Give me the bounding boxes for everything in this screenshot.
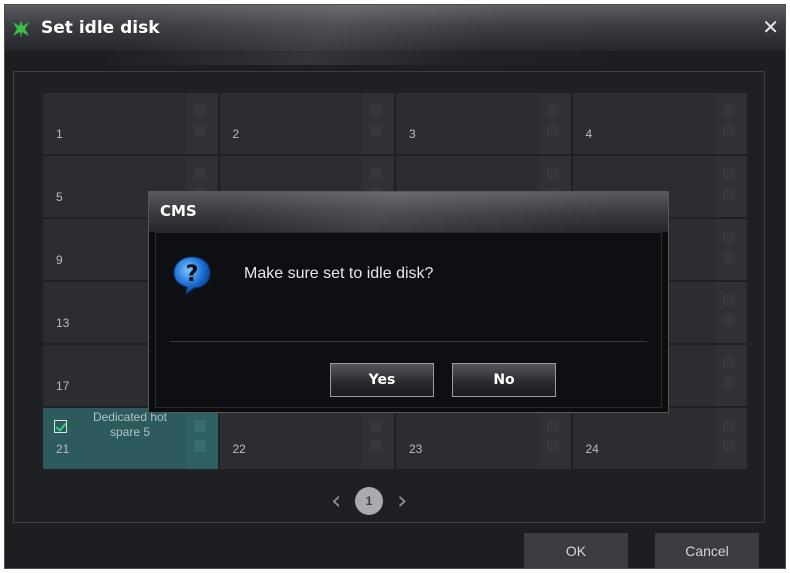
pagination: ‹ 1 › xyxy=(325,485,465,517)
disk-slot[interactable]: 24 xyxy=(572,408,747,469)
svg-text:?: ? xyxy=(186,262,199,287)
disk-slot-indicator xyxy=(715,282,747,343)
dialog-separator xyxy=(170,341,647,342)
close-icon[interactable]: ✕ xyxy=(762,15,779,39)
disk-slot-number: 22 xyxy=(232,442,246,456)
titlebar-sheen xyxy=(104,5,666,65)
disk-slot-number: 23 xyxy=(409,442,423,456)
disk-slot-number: 3 xyxy=(409,127,416,141)
checkbox-checked-icon[interactable] xyxy=(54,420,67,433)
confirm-dialog: CMS ? Make sure set to idle disk? Yes No xyxy=(148,191,669,413)
disk-slot[interactable]: 23 xyxy=(396,408,571,469)
disk-slot-number: 4 xyxy=(585,127,593,141)
cancel-button[interactable]: Cancel xyxy=(655,533,759,568)
disk-slot[interactable]: Dedicated hot spare 5 21 xyxy=(43,408,218,469)
disk-slot-number: 5 xyxy=(56,190,63,204)
disk-slot[interactable]: 1 xyxy=(43,93,218,154)
disk-slot-indicator xyxy=(715,219,747,280)
disk-slot[interactable]: 22 xyxy=(219,408,394,469)
disk-slot-indicator xyxy=(715,345,747,406)
disk-slot-indicator xyxy=(538,93,571,154)
disk-slot[interactable]: 4 xyxy=(572,93,747,154)
disk-slot-status: Dedicated hot spare 5 xyxy=(92,410,168,439)
app-logo-icon xyxy=(13,21,29,38)
disk-slot-indicator xyxy=(715,408,747,469)
disk-slot-number: 1 xyxy=(56,127,63,141)
ok-button[interactable]: OK xyxy=(524,533,628,568)
disk-slot-indicator xyxy=(362,408,394,469)
question-icon: ? xyxy=(173,256,211,295)
dialog-titlebar: CMS xyxy=(149,192,668,232)
disk-slot[interactable]: 2 xyxy=(219,93,394,154)
disk-slot-indicator xyxy=(185,93,218,154)
next-page-button[interactable]: › xyxy=(397,487,407,515)
prev-page-button[interactable]: ‹ xyxy=(331,487,341,515)
dialog-body: ? Make sure set to idle disk? Yes No xyxy=(155,232,662,408)
disk-slot-number: 21 xyxy=(56,442,70,456)
disk-slot-indicator xyxy=(362,93,394,154)
disk-slot-indicator xyxy=(185,408,218,469)
set-idle-disk-window: Set idle disk ✕ 123456789101112131415161… xyxy=(4,4,786,569)
disk-slot-indicator xyxy=(715,156,747,217)
yes-button[interactable]: Yes xyxy=(330,363,434,397)
window-titlebar: Set idle disk ✕ xyxy=(5,5,785,65)
disk-slot-number: 17 xyxy=(56,379,70,393)
dialog-message: Make sure set to idle disk? xyxy=(244,265,434,282)
disk-slot-number: 9 xyxy=(56,253,63,267)
window-title: Set idle disk xyxy=(41,18,160,38)
disk-slot-number: 2 xyxy=(232,127,240,141)
dialog-titlebar-sheen xyxy=(211,192,627,232)
page-1-button[interactable]: 1 xyxy=(355,487,383,515)
disk-slot-indicator xyxy=(715,93,747,154)
no-button[interactable]: No xyxy=(452,363,556,397)
dialog-title: CMS xyxy=(160,202,197,220)
disk-slot-number: 24 xyxy=(585,442,599,456)
disk-slot-indicator xyxy=(538,408,571,469)
disk-slot-number: 13 xyxy=(56,316,70,330)
disk-slot[interactable]: 3 xyxy=(396,93,571,154)
